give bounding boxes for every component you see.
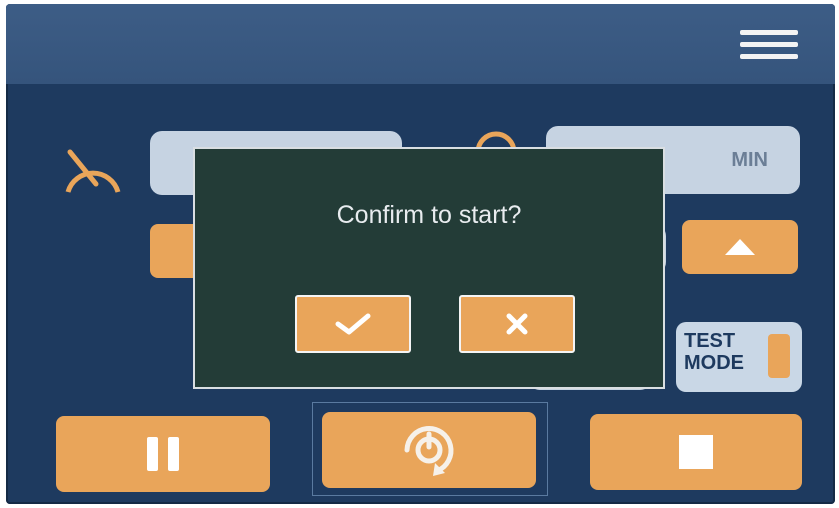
increase-button[interactable] <box>682 220 798 274</box>
pause-icon <box>147 437 179 471</box>
hamburger-menu-icon[interactable] <box>740 30 798 64</box>
dialog-title: Confirm to start? <box>336 201 522 229</box>
test-mode-toggle[interactable] <box>768 334 790 378</box>
stop-button[interactable] <box>590 414 802 490</box>
checkmark-icon <box>335 313 371 335</box>
test-mode-panel: TEST MODE <box>676 322 802 392</box>
confirm-dialog: Confirm to start? <box>193 147 665 389</box>
arrow-up-icon <box>725 239 755 255</box>
time-unit-label: MIN <box>731 148 768 171</box>
power-cycle-icon <box>404 426 454 476</box>
pause-button[interactable] <box>56 416 270 492</box>
start-button[interactable] <box>322 412 536 488</box>
top-bar <box>6 4 835 84</box>
confirm-button[interactable] <box>295 295 411 353</box>
cancel-button[interactable] <box>459 295 575 353</box>
touch-screen: MIN TEST MODE Confirm to start? <box>6 4 835 504</box>
test-mode-label: TEST MODE <box>684 330 744 374</box>
speedometer-icon <box>65 149 121 193</box>
stop-icon <box>679 435 713 469</box>
x-icon <box>506 313 528 335</box>
